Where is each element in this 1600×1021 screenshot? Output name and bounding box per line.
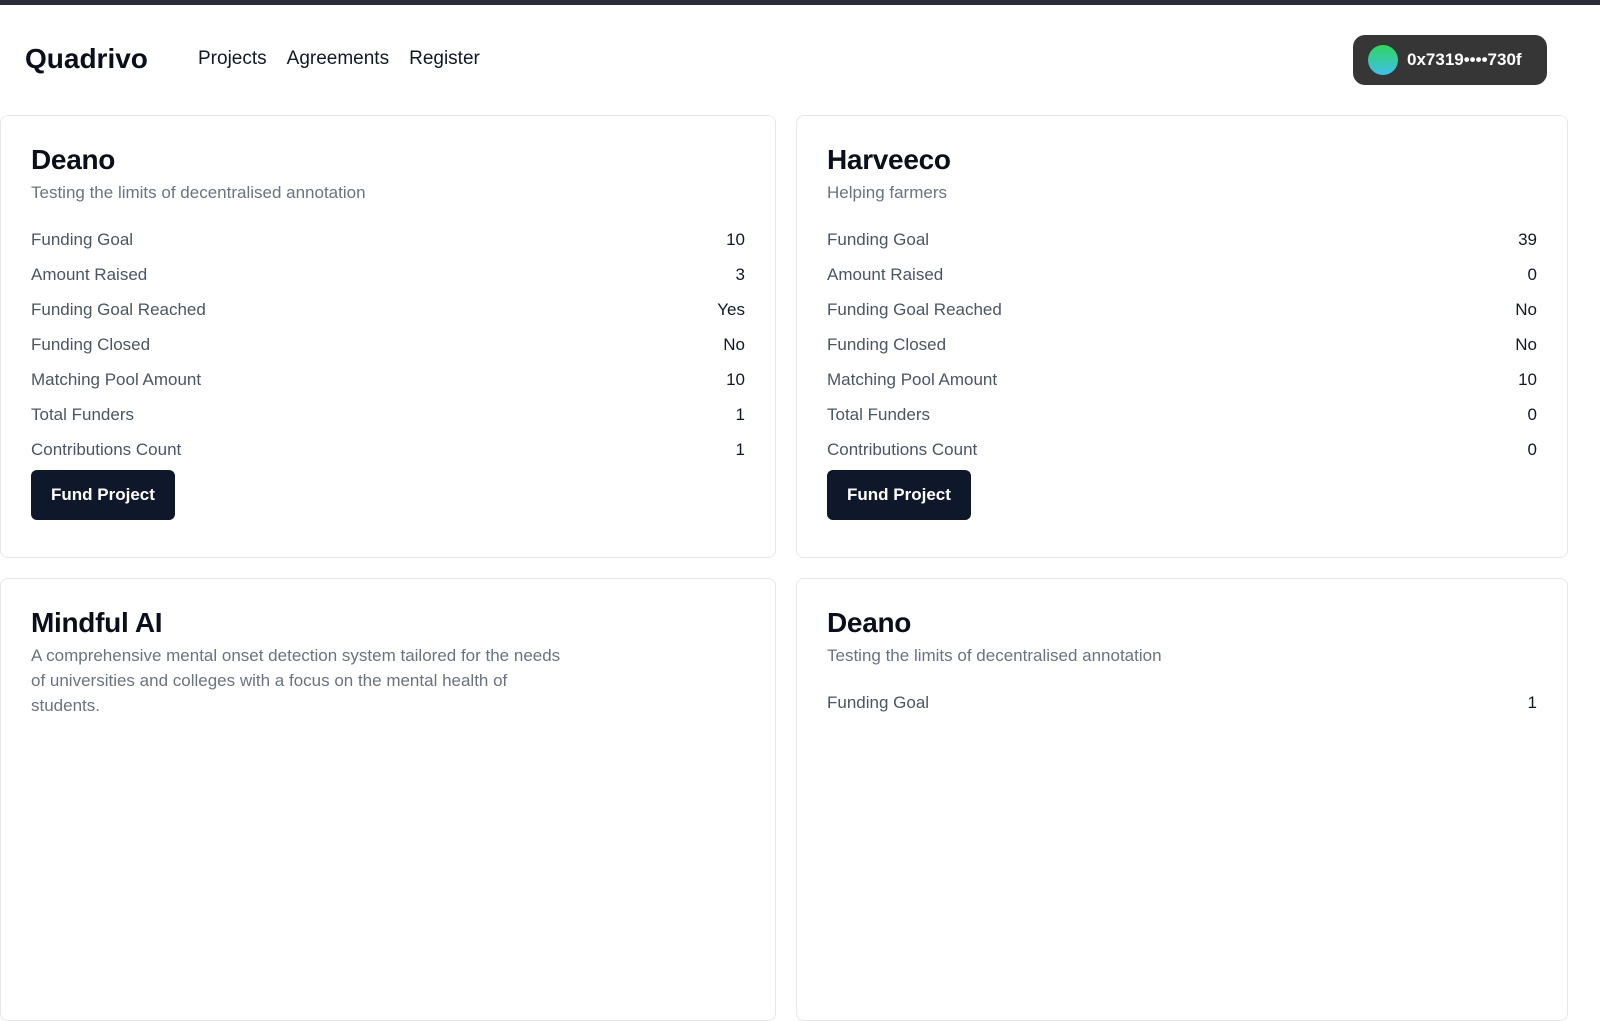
project-description: Helping farmers xyxy=(827,183,947,202)
stat-row: Funding Closed No xyxy=(827,332,1537,367)
stat-row: Amount Raised 0 xyxy=(827,262,1537,297)
stat-label: Amount Raised xyxy=(31,265,148,284)
stat-value: 10 xyxy=(726,370,745,389)
project-description: A comprehensive mental onset detection s… xyxy=(31,646,561,715)
stat-row: Matching Pool Amount 10 xyxy=(827,367,1537,402)
stat-value: Yes xyxy=(717,300,745,319)
stat-value: 39 xyxy=(1518,230,1537,249)
project-description: Testing the limits of decentralised anno… xyxy=(827,646,1162,665)
stat-label: Amount Raised xyxy=(827,265,944,284)
stat-label: Total Funders xyxy=(31,405,134,424)
project-title: Harveeco xyxy=(827,144,951,175)
project-card: Harveeco Helping farmers Funding Goal 39 Am… xyxy=(796,115,1568,558)
stat-label: Funding Goal Reached xyxy=(31,300,206,319)
brand-logo[interactable]: Quadrivo xyxy=(25,43,148,75)
stat-value: 0 xyxy=(1527,265,1537,284)
stat-value: 0 xyxy=(1527,405,1537,424)
stat-label: Contributions Count xyxy=(827,440,978,459)
project-grid: Deano Testing the limits of decentralise… xyxy=(0,115,1568,1021)
project-title: Deano xyxy=(827,607,912,638)
project-title: Mindful AI xyxy=(31,607,163,638)
stat-row: Funding Goal Reached No xyxy=(827,297,1537,332)
stat-label: Funding Closed xyxy=(827,335,947,354)
stat-row: Funding Closed No xyxy=(31,332,745,367)
stat-row: Funding Goal Reached Yes xyxy=(31,297,745,332)
stat-row: Total Funders 1 xyxy=(31,402,745,437)
avatar xyxy=(1368,45,1398,75)
stat-value: 1 xyxy=(1527,693,1537,712)
stat-value: 1 xyxy=(735,405,745,424)
stat-row: Funding Goal 10 xyxy=(31,227,745,262)
stat-label: Contributions Count xyxy=(31,440,182,459)
nav-register[interactable]: Register xyxy=(409,48,480,70)
stat-row: Contributions Count 0 xyxy=(827,437,1537,472)
fund-project-button[interactable]: Fund Project xyxy=(827,470,971,520)
project-card: Deano Testing the limits of decentralise… xyxy=(0,115,776,558)
stat-row: Matching Pool Amount 10 xyxy=(31,367,745,402)
nav-agreements[interactable]: Agreements xyxy=(287,48,389,70)
stat-value: No xyxy=(1515,300,1537,319)
project-card: Mindful AI A comprehensive mental onset … xyxy=(0,578,776,1021)
project-title: Deano xyxy=(31,144,116,175)
stat-label: Funding Closed xyxy=(31,335,151,354)
stat-label: Total Funders xyxy=(827,405,930,424)
stat-value: 0 xyxy=(1527,440,1537,459)
stat-label: Funding Goal Reached xyxy=(827,300,1002,319)
stat-row: Amount Raised 3 xyxy=(31,262,745,297)
stat-label: Matching Pool Amount xyxy=(827,370,998,389)
nav-projects[interactable]: Projects xyxy=(198,48,267,70)
fund-project-button[interactable]: Fund Project xyxy=(31,470,175,520)
stat-value: 1 xyxy=(735,440,745,459)
stat-value: No xyxy=(723,335,745,354)
wallet-button[interactable]: 0x7319••••730f xyxy=(1353,35,1547,85)
stat-value: No xyxy=(1515,335,1537,354)
stat-label: Funding Goal xyxy=(31,230,134,249)
stat-label: Matching Pool Amount xyxy=(31,370,202,389)
stat-label: Funding Goal xyxy=(827,230,930,249)
header: Quadrivo Projects Agreements Register 0x… xyxy=(0,5,1600,115)
stat-row: Funding Goal 39 xyxy=(827,227,1537,262)
main-nav: Projects Agreements Register xyxy=(198,48,480,70)
stat-row: Total Funders 0 xyxy=(827,402,1537,437)
stat-value: 10 xyxy=(1518,370,1537,389)
stat-label: Funding Goal xyxy=(827,693,930,712)
stat-value: 3 xyxy=(735,265,745,284)
stat-row: Funding Goal 1 xyxy=(827,690,1537,725)
wallet-address: 0x7319••••730f xyxy=(1407,50,1522,69)
stat-value: 10 xyxy=(726,230,745,249)
project-description: Testing the limits of decentralised anno… xyxy=(31,183,366,202)
project-card: Deano Testing the limits of decentralise… xyxy=(796,578,1568,1021)
stat-row: Contributions Count 1 xyxy=(31,437,745,472)
